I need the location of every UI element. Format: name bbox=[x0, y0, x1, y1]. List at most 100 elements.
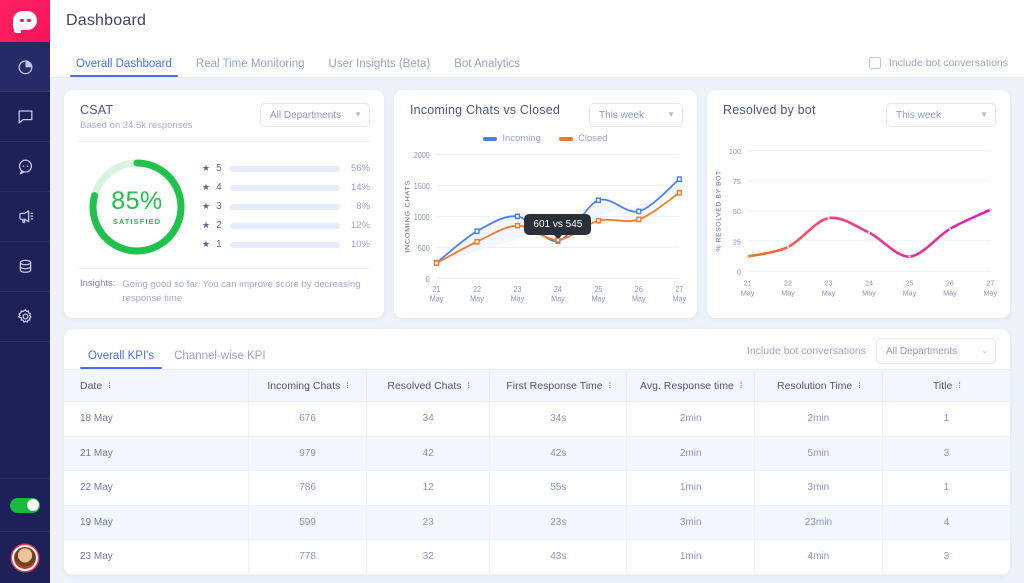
table-cell: 32 bbox=[366, 539, 491, 575]
rating-bar-track bbox=[230, 165, 340, 172]
csat-score: 85% bbox=[111, 187, 163, 216]
table-row[interactable]: 19 May 599 23 23s 3min 23min 4 bbox=[64, 505, 1010, 540]
include-bot-conversations: Include bot conversations bbox=[868, 57, 1008, 77]
svg-text:1500: 1500 bbox=[414, 182, 430, 191]
kpi-col-label: Incoming Chats bbox=[267, 379, 341, 392]
csat-card: CSAT Based on 34.5k responses All Depart… bbox=[64, 90, 384, 318]
sort-icon[interactable]: ⁞ bbox=[108, 381, 110, 390]
tab-user-insights[interactable]: User Insights (Beta) bbox=[317, 58, 443, 77]
sort-icon[interactable]: ⁞ bbox=[609, 381, 611, 390]
sidebar-item-chatbot[interactable] bbox=[0, 142, 50, 192]
csat-donut-wrap: 85% SATISFIED bbox=[78, 156, 196, 258]
sidebar-item-analytics[interactable] bbox=[0, 42, 50, 92]
rating-row: ★ 1 10% bbox=[202, 239, 370, 250]
database-icon bbox=[16, 257, 35, 276]
sort-icon[interactable]: ⁞ bbox=[468, 381, 470, 390]
table-cell: 1 bbox=[882, 470, 1010, 506]
tab-overall-dashboard[interactable]: Overall Dashboard bbox=[64, 58, 184, 77]
sidebar-item-data[interactable] bbox=[0, 242, 50, 292]
kpi-col-avg-response-time[interactable]: Avg. Response time ⁞ bbox=[626, 369, 756, 402]
kpi-tab-channel-wise[interactable]: Channel-wise KPI bbox=[164, 350, 275, 369]
kpi-col-title[interactable]: Title ⁞ bbox=[882, 369, 1010, 402]
table-cell: 18 May bbox=[64, 401, 249, 437]
svg-text:May: May bbox=[862, 288, 876, 297]
kpi-header-right: Include bot conversations All Department… bbox=[747, 338, 996, 370]
sidebar-spacer bbox=[0, 342, 50, 479]
incoming-vs-closed-period-select[interactable]: This week ▼ bbox=[589, 103, 683, 127]
chat-dots-icon bbox=[16, 157, 35, 176]
tab-real-time-monitoring[interactable]: Real Time Monitoring bbox=[184, 58, 317, 77]
gear-icon bbox=[16, 307, 35, 326]
sidebar-item-conversations[interactable] bbox=[0, 92, 50, 142]
rating-pct: 14% bbox=[350, 182, 370, 194]
table-cell: 19 May bbox=[64, 505, 249, 540]
cards-row: CSAT Based on 34.5k responses All Depart… bbox=[64, 90, 1010, 318]
svg-text:75: 75 bbox=[733, 177, 741, 186]
svg-text:May: May bbox=[470, 294, 484, 303]
table-cell: 43s bbox=[489, 539, 628, 575]
table-cell: 23 bbox=[366, 505, 491, 540]
svg-text:May: May bbox=[943, 288, 957, 297]
avatar-cell bbox=[0, 531, 50, 583]
avatar[interactable] bbox=[12, 544, 38, 571]
svg-text:26: 26 bbox=[635, 285, 643, 294]
app-logo[interactable] bbox=[0, 0, 50, 42]
csat-score-caption: SATISFIED bbox=[112, 217, 162, 227]
svg-text:May: May bbox=[551, 294, 565, 303]
table-cell: 21 May bbox=[64, 436, 249, 471]
table-cell: 22 May bbox=[64, 470, 249, 506]
svg-text:24: 24 bbox=[865, 279, 873, 288]
legend-label-incoming: Incoming bbox=[502, 133, 541, 144]
table-cell: 34 bbox=[366, 401, 491, 437]
kpi-col-resolved-chats[interactable]: Resolved Chats ⁞ bbox=[366, 369, 491, 402]
kpi-col-date[interactable]: Date ⁞ bbox=[64, 369, 249, 402]
rating-stars: 4 bbox=[216, 182, 222, 194]
svg-text:May: May bbox=[672, 294, 686, 303]
star-icon: ★ bbox=[202, 163, 211, 174]
sort-icon[interactable]: ⁞ bbox=[858, 381, 860, 390]
svg-text:23: 23 bbox=[825, 279, 833, 288]
rating-pct: 12% bbox=[350, 220, 370, 232]
sidebar-item-campaigns[interactable] bbox=[0, 192, 50, 242]
table-row[interactable]: 21 May 979 42 42s 2min 5min 3 bbox=[64, 436, 1010, 471]
table-cell: 979 bbox=[248, 436, 368, 471]
sort-icon[interactable]: ⁞ bbox=[346, 381, 348, 390]
include-bot-conversations-label: Include bot conversations bbox=[888, 57, 1008, 69]
resolved-by-bot-period-select[interactable]: This week ▼ bbox=[886, 103, 996, 127]
include-bot-conversations-checkbox[interactable] bbox=[868, 57, 881, 69]
csat-department-select[interactable]: All Departments ▼ bbox=[260, 103, 370, 127]
incoming-vs-closed-plot: 0 500 1000 1500 2000 INCOMING CHATS 21 May 22 May… bbox=[394, 144, 697, 318]
kpi-tab-overall[interactable]: Overall KPI's bbox=[78, 350, 164, 369]
table-cell: 778 bbox=[248, 539, 368, 575]
table-row[interactable]: 22 May 786 12 55s 1min 3min 1 bbox=[64, 470, 1010, 506]
table-cell: 676 bbox=[248, 401, 368, 437]
table-cell: 42 bbox=[366, 436, 491, 471]
legend-item-closed: Closed bbox=[558, 133, 608, 144]
sort-icon[interactable]: ⁞ bbox=[740, 381, 742, 390]
sort-icon[interactable]: ⁞ bbox=[958, 381, 960, 390]
kpi-col-resolution-time[interactable]: Resolution Time ⁞ bbox=[754, 369, 883, 402]
pie-chart-icon bbox=[16, 57, 35, 76]
kpi-col-label: Avg. Response time bbox=[640, 379, 734, 392]
svg-text:INCOMING CHATS: INCOMING CHATS bbox=[405, 180, 412, 253]
table-row[interactable]: 18 May 676 34 34s 2min 2min 1 bbox=[64, 401, 1010, 437]
tab-bot-analytics[interactable]: Bot Analytics bbox=[442, 58, 532, 77]
svg-text:500: 500 bbox=[418, 244, 430, 253]
kpi-col-incoming-chats[interactable]: Incoming Chats ⁞ bbox=[248, 369, 368, 402]
kpi-col-label: Resolution Time bbox=[776, 379, 853, 392]
svg-text:May: May bbox=[632, 294, 646, 303]
sidebar-item-settings[interactable] bbox=[0, 292, 50, 342]
rating-row: ★ 4 14% bbox=[202, 182, 370, 193]
kpi-col-first-response-time[interactable]: First Response Time ⁞ bbox=[489, 369, 628, 402]
legend-label-closed: Closed bbox=[577, 133, 608, 144]
resolved-by-bot-plot: 0 25 50 75 100% RESOLVED BY BOT 21 May 22 May 23 M… bbox=[707, 137, 1010, 318]
message-icon bbox=[16, 107, 35, 126]
kpi-col-label: First Response Time bbox=[506, 379, 603, 392]
availability-toggle[interactable] bbox=[10, 497, 40, 513]
svg-text:25: 25 bbox=[594, 285, 602, 294]
table-row[interactable]: 23 May 778 32 43s 1min 4min 3 bbox=[64, 539, 1010, 575]
top-bar: Dashboard bbox=[50, 0, 1024, 42]
kpi-department-select[interactable]: All Departments ⌄ bbox=[876, 338, 996, 364]
rating-bar-track bbox=[230, 222, 340, 229]
svg-text:May: May bbox=[511, 294, 525, 303]
